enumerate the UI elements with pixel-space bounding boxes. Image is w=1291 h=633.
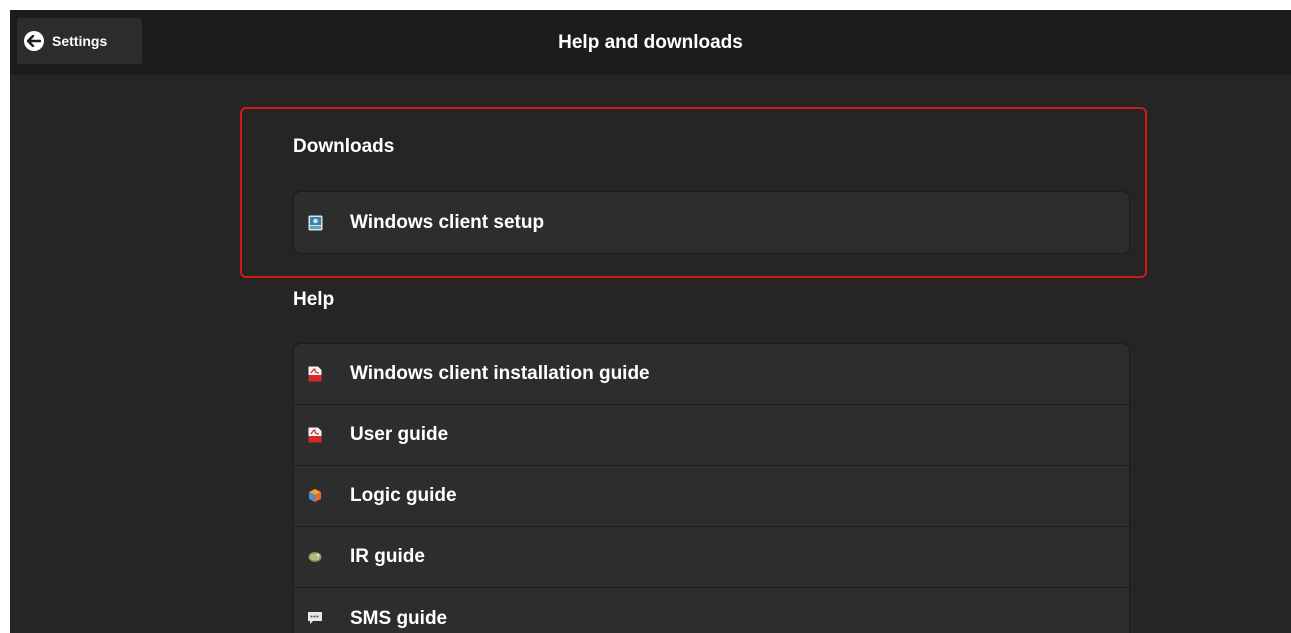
arrow-left-icon: [24, 31, 44, 51]
back-to-settings-button[interactable]: Settings: [16, 17, 143, 65]
help-item-ir-guide[interactable]: IR guide: [294, 527, 1129, 588]
help-heading: Help: [293, 289, 335, 310]
list-item-label: Windows client installation guide: [350, 363, 650, 384]
header-bar: Help and downloads Settings: [10, 10, 1291, 75]
list-item-label: SMS guide: [350, 607, 448, 629]
pdf-icon: [307, 366, 323, 382]
sms-icon: [307, 611, 323, 627]
list-item-label: Windows client setup: [350, 211, 545, 233]
downloads-heading: Downloads: [293, 136, 395, 157]
list-item-label: IR guide: [350, 546, 425, 567]
help-list: Windows client installation guide User g…: [293, 343, 1130, 633]
download-item-windows-client-setup[interactable]: Windows client setup: [294, 192, 1129, 253]
back-button-label: Settings: [52, 33, 108, 49]
pdf-icon: [307, 427, 323, 443]
logic-blocks-icon: [307, 488, 323, 504]
list-item-label: User guide: [350, 424, 449, 445]
help-item-sms-guide[interactable]: SMS guide: [294, 588, 1129, 633]
list-item-label: Logic guide: [350, 485, 457, 506]
installer-icon: [307, 215, 323, 231]
ir-sensor-icon: [307, 549, 323, 565]
help-item-user-guide[interactable]: User guide: [294, 405, 1129, 466]
help-item-windows-client-installation-guide[interactable]: Windows client installation guide: [294, 344, 1129, 405]
app-window: Help and downloads Settings Downloads Wi: [10, 10, 1291, 633]
downloads-list: Windows client setup: [293, 191, 1130, 254]
page-title: Help and downloads: [558, 32, 743, 53]
help-item-logic-guide[interactable]: Logic guide: [294, 466, 1129, 527]
